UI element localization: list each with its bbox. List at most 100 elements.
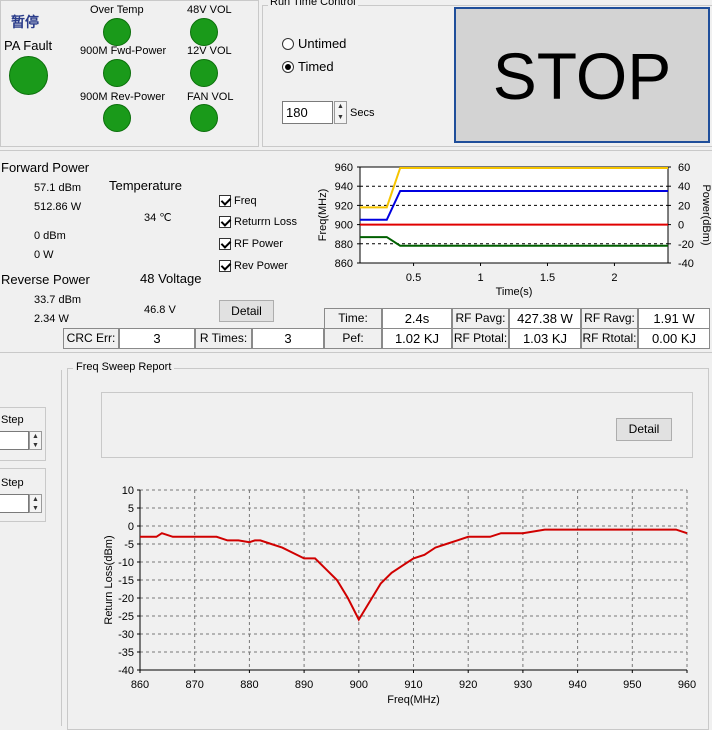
step-input-1[interactable] <box>0 431 29 450</box>
secs-spinner[interactable]: ▲ ▼ <box>334 101 347 124</box>
freq-checkbox[interactable] <box>219 195 231 207</box>
spin-down-icon[interactable]: ▼ <box>30 504 41 513</box>
return-loss-y-tick: -10 <box>118 557 134 569</box>
spin-down-icon[interactable]: ▼ <box>335 113 346 124</box>
time-chart-y-tick: 900 <box>335 220 353 232</box>
return-loss-y-tick: -5 <box>124 539 134 551</box>
time-chart-x-tick: 2 <box>611 272 617 284</box>
stop-button-label: STOP <box>492 39 672 113</box>
time-chart-y2-tick: 20 <box>678 200 690 212</box>
voltage-value: 46.8 V <box>144 304 176 316</box>
spin-up-icon[interactable]: ▲ <box>335 102 346 113</box>
fwd-w-value: 512.86 W <box>34 201 82 213</box>
return-loss-x-tick: 900 <box>350 679 368 691</box>
return-loss-x-tick: 880 <box>240 679 258 691</box>
return-loss-checkbox[interactable] <box>219 216 231 228</box>
pause-label: 暂停 <box>11 14 39 30</box>
time-chart-y-tick: 860 <box>335 258 353 270</box>
indicator-label-over-temp: Over Temp <box>90 4 144 16</box>
time-chart-x-tick: 0.5 <box>406 272 421 284</box>
step-input-2[interactable] <box>0 494 29 513</box>
rf-pavg-value: 427.38 W <box>509 308 581 329</box>
time-chart-y2-label: Power(dBm) <box>700 184 712 245</box>
12v-indicator <box>190 59 218 87</box>
step-label-2: Step <box>1 477 24 489</box>
time-chart-y2-tick: 60 <box>678 162 690 174</box>
return-loss-x-tick: 860 <box>131 679 149 691</box>
sweep-detail-button[interactable]: Detail <box>616 418 672 441</box>
divider-mid <box>0 150 712 151</box>
untimed-radio[interactable] <box>282 38 294 50</box>
temperature-label: Temperature <box>109 178 182 193</box>
untimed-label[interactable]: Untimed <box>298 36 346 51</box>
rev-power-checkbox-label[interactable]: Rev Power <box>234 260 288 272</box>
return-loss-y-tick: -30 <box>118 629 134 641</box>
over-temp-indicator <box>103 18 131 46</box>
return-loss-x-tick: 940 <box>568 679 586 691</box>
time-chart-plot-area <box>359 166 669 264</box>
detail-button[interactable]: Detail <box>219 300 274 322</box>
reverse-power-label: Reverse Power <box>1 272 90 287</box>
pa-fault-label: PA Fault <box>4 38 53 53</box>
time-chart-y-tick: 880 <box>335 239 353 251</box>
return-loss-y-tick: 10 <box>122 485 134 497</box>
return-loss-y-tick: 5 <box>128 503 134 515</box>
time-chart-y2-tick: 40 <box>678 181 690 193</box>
return-loss-x-tick: 930 <box>514 679 532 691</box>
zero-dbm-value: 0 dBm <box>34 230 66 242</box>
timed-label[interactable]: Timed <box>298 59 334 74</box>
left-panel-border <box>61 370 62 726</box>
pef-label: Pef: <box>324 328 382 349</box>
crc-err-label: CRC Err: <box>63 328 119 349</box>
return-loss-chart: 10 5 0 -5 -10 -15 -20 -25 -30 -35 -40 860 870 880 890 9… <box>103 485 696 706</box>
rev-power-indicator <box>103 104 131 132</box>
secs-input[interactable]: 180 <box>282 101 333 124</box>
pa-fault-indicator <box>9 56 48 95</box>
time-chart-x-label: Time(s) <box>496 286 533 298</box>
time-chart-y2-tick: -40 <box>678 258 694 270</box>
forward-power-label: Forward Power <box>1 160 90 175</box>
spin-down-icon[interactable]: ▼ <box>30 441 41 450</box>
return-loss-x-tick: 910 <box>404 679 422 691</box>
return-loss-y-tick: -40 <box>118 665 134 677</box>
crc-err-value: 3 <box>119 328 195 349</box>
return-loss-checkbox-label[interactable]: Returrn Loss <box>234 216 297 228</box>
rev-power-checkbox[interactable] <box>219 260 231 272</box>
return-loss-x-label: Freq(MHz) <box>387 694 440 706</box>
r-times-label: R Times: <box>195 328 252 349</box>
return-loss-y-label: Return Loss(dBm) <box>103 535 115 624</box>
fwd-power-indicator <box>103 59 131 87</box>
rf-power-checkbox[interactable] <box>219 238 231 250</box>
return-loss-x-tick: 950 <box>623 679 641 691</box>
rf-ravg-label: RF Ravg: <box>581 308 638 329</box>
return-loss-y-tick: -15 <box>118 575 134 587</box>
return-loss-x-tick: 870 <box>186 679 204 691</box>
freq-checkbox-label[interactable]: Freq <box>234 195 257 207</box>
time-chart-y2-tick: 0 <box>678 220 684 232</box>
48v-indicator <box>190 18 218 46</box>
spin-up-icon[interactable]: ▲ <box>30 495 41 504</box>
rf-ravg-value: 1.91 W <box>638 308 710 329</box>
indicator-label-fwd-power: 900M Fwd-Power <box>80 45 167 57</box>
zero-w-value: 0 W <box>34 249 54 261</box>
indicator-label-fan: FAN VOL <box>187 91 234 103</box>
return-loss-x-tick: 960 <box>678 679 696 691</box>
run-time-control-title: Run Time Control <box>268 0 358 8</box>
time-chart-y-tick: 960 <box>335 162 353 174</box>
spin-up-icon[interactable]: ▲ <box>30 432 41 441</box>
time-chart-y-tick: 920 <box>335 200 353 212</box>
return-loss-y-tick: -25 <box>118 611 134 623</box>
temperature-value: 34 ℃ <box>144 212 172 224</box>
stop-button[interactable]: STOP <box>454 7 710 143</box>
step-spinner-1[interactable]: ▲ ▼ <box>29 431 42 450</box>
time-chart-x-tick: 1 <box>477 272 483 284</box>
step-spinner-2[interactable]: ▲ ▼ <box>29 494 42 513</box>
return-loss-x-tick: 920 <box>459 679 477 691</box>
time-chart-x-tick: 1.5 <box>540 272 555 284</box>
freq-sweep-title: Freq Sweep Report <box>73 361 175 373</box>
timed-radio[interactable] <box>282 61 294 73</box>
fwd-dbm-value: 57.1 dBm <box>34 182 82 194</box>
divider-bottom <box>0 352 712 353</box>
time-chart: 960 940 920 900 880 860 60 40 20 0 -20 -40 0.5 1 1.5 2 T… <box>317 162 712 298</box>
rf-power-checkbox-label[interactable]: RF Power <box>234 238 283 250</box>
